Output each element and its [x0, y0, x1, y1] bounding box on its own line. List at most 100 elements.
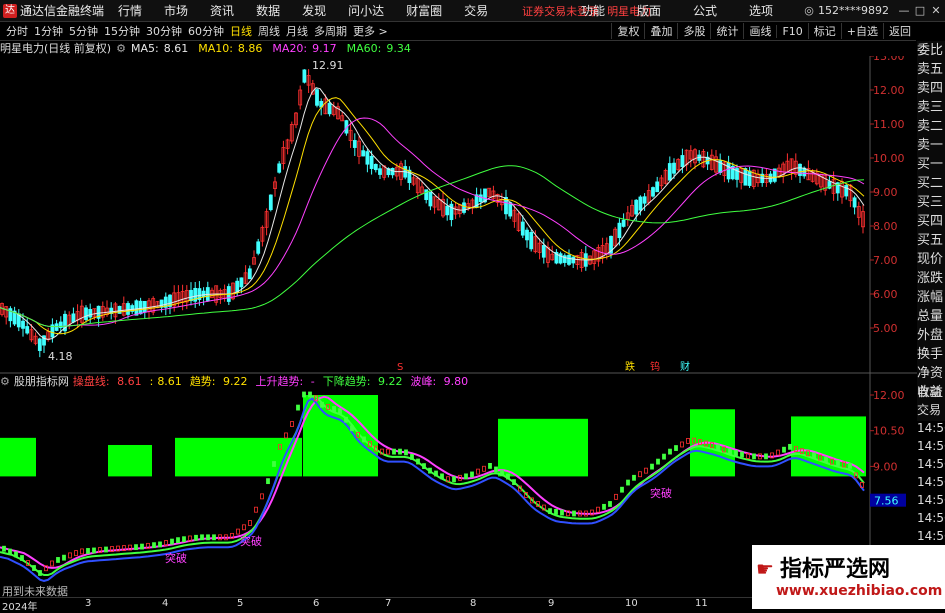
- candle-body: [268, 194, 273, 211]
- candle-body: [478, 194, 483, 203]
- menu-faxian[interactable]: 发现: [302, 2, 326, 19]
- menu-hangqing[interactable]: 行情: [118, 2, 142, 19]
- y-tick-label: 5.00: [873, 322, 898, 335]
- candle-body: [390, 167, 395, 176]
- candle-body: [315, 89, 319, 106]
- ma20-label: MA20: 9.17: [272, 41, 337, 55]
- period-15min[interactable]: 15分钟: [104, 23, 140, 39]
- menu-wenxiaoda[interactable]: 问小达: [348, 2, 384, 19]
- period-weekly[interactable]: 周线: [258, 23, 280, 39]
- tool-fanhui[interactable]: 返回: [883, 23, 916, 39]
- indicator-candle: [134, 544, 138, 551]
- tool-zixuan[interactable]: +自选: [840, 23, 883, 39]
- close-icon[interactable]: ✕: [929, 4, 943, 17]
- indicator-candle: [812, 452, 816, 459]
- ind-item-caopan: 操盘线: 8.61: [72, 375, 142, 388]
- period-monthly[interactable]: 月线: [286, 23, 308, 39]
- settings-icon[interactable]: ⚙: [116, 42, 126, 55]
- period-multi[interactable]: 多周期: [314, 23, 347, 39]
- period-daily[interactable]: 日线: [230, 23, 252, 39]
- indicator-candle: [272, 461, 276, 467]
- date-tick-label: 5: [237, 598, 244, 609]
- indicator-candle: [398, 448, 402, 455]
- watermark: ☛ 指标严选网 www.xuezhibiao.com: [752, 545, 945, 609]
- indicator-candle: [416, 458, 420, 465]
- indicator-candle: [50, 560, 54, 567]
- user-id[interactable]: 152****9892: [818, 4, 889, 17]
- indicator-candle: [2, 545, 6, 552]
- indicator-candle: [410, 454, 414, 460]
- indicator-settings-icon[interactable]: ⚙: [0, 375, 10, 388]
- quote-label: 买五: [917, 233, 944, 248]
- quote-label: 卖二: [917, 119, 944, 134]
- candle-body: [508, 202, 513, 217]
- maximize-icon[interactable]: □: [913, 4, 927, 17]
- candle-body: [327, 102, 332, 115]
- indicator-candle: [158, 541, 162, 548]
- indicator-candle: [848, 462, 852, 469]
- candle-body: [445, 205, 450, 216]
- ind-y-tick-label: 9.00: [873, 460, 898, 473]
- chart-area[interactable]: 13.00 12.00 11.00 10.00 9.00 8.00 7.00 6.00 5.00…: [0, 56, 917, 596]
- indicator-candle: [80, 548, 84, 555]
- period-more[interactable]: 更多 >: [353, 23, 388, 39]
- quote-label: 换手: [917, 347, 944, 362]
- ind-item-down-trend: 下降趋势: 9.22: [322, 375, 403, 388]
- tool-biaoji[interactable]: 标记: [807, 23, 841, 39]
- candle-body: [520, 221, 525, 236]
- indicator-candle: [392, 448, 396, 455]
- indicator-candle: [290, 421, 294, 427]
- period-fenshi[interactable]: 分时: [6, 23, 28, 39]
- event-marker: S: [397, 362, 403, 373]
- indicator-candle: [212, 534, 216, 541]
- indicator-candle: [626, 479, 630, 486]
- y-tick-label: 10.00: [873, 152, 905, 165]
- menu-zixun[interactable]: 资讯: [210, 2, 234, 19]
- tool-tongji[interactable]: 统计: [710, 23, 743, 39]
- event-marker: 钨: [650, 360, 660, 373]
- minimize-icon[interactable]: —: [897, 4, 911, 17]
- menu-shuju[interactable]: 数据: [256, 2, 280, 19]
- event-marker: 财: [680, 360, 690, 373]
- indicator-candle: [836, 460, 840, 466]
- indicator-candle: [560, 509, 564, 516]
- tool-fuquan[interactable]: 复权: [611, 23, 644, 39]
- ind-item-colon: :8.61: [149, 374, 182, 388]
- period-30min[interactable]: 30分钟: [146, 23, 182, 39]
- indicator-candle: [512, 479, 516, 485]
- menu-xuanxiang[interactable]: 选项: [749, 2, 773, 19]
- user-icon[interactable]: ◎: [802, 4, 816, 17]
- breakout-label: 突破: [650, 486, 672, 500]
- quote-label: 现价: [917, 252, 944, 267]
- tool-diejia[interactable]: 叠加: [644, 23, 677, 39]
- candle-body: [424, 189, 429, 200]
- period-1min[interactable]: 1分钟: [34, 23, 63, 39]
- menu-shichang[interactable]: 市场: [164, 2, 188, 19]
- menu-jiaoyi[interactable]: 交易: [464, 2, 488, 19]
- indicator-candle: [32, 565, 36, 571]
- trade-label: 14:56: [917, 475, 945, 489]
- indicator-candle: [476, 468, 480, 475]
- period-60min[interactable]: 60分钟: [188, 23, 224, 39]
- tool-f10[interactable]: F10: [776, 24, 807, 38]
- tool-huaxian[interactable]: 画线: [743, 23, 776, 39]
- indicator-candle: [284, 432, 288, 439]
- indicator-name: 股朋指标网: [13, 375, 69, 388]
- indicator-candle: [182, 536, 186, 543]
- date-tick-label: 7: [385, 598, 392, 609]
- indicator-candle: [62, 554, 66, 561]
- indicator-candle: [14, 551, 18, 558]
- menu-banmian[interactable]: 版面: [637, 2, 661, 19]
- indicator-candle: [362, 436, 366, 443]
- indicator-candle: [602, 503, 606, 510]
- menu-caifuquan[interactable]: 财富圈: [406, 2, 442, 19]
- ma10-label: MA10: 8.86: [198, 41, 263, 55]
- tool-duogu[interactable]: 多股: [677, 23, 710, 39]
- indicator-candle: [716, 444, 720, 451]
- period-5min[interactable]: 5分钟: [69, 23, 98, 39]
- indicator-candle: [500, 470, 504, 476]
- menu-gongneng[interactable]: 功能: [581, 2, 605, 19]
- indicator-candle: [452, 476, 456, 483]
- candle-body: [142, 300, 147, 313]
- menu-gongshi[interactable]: 公式: [693, 2, 717, 19]
